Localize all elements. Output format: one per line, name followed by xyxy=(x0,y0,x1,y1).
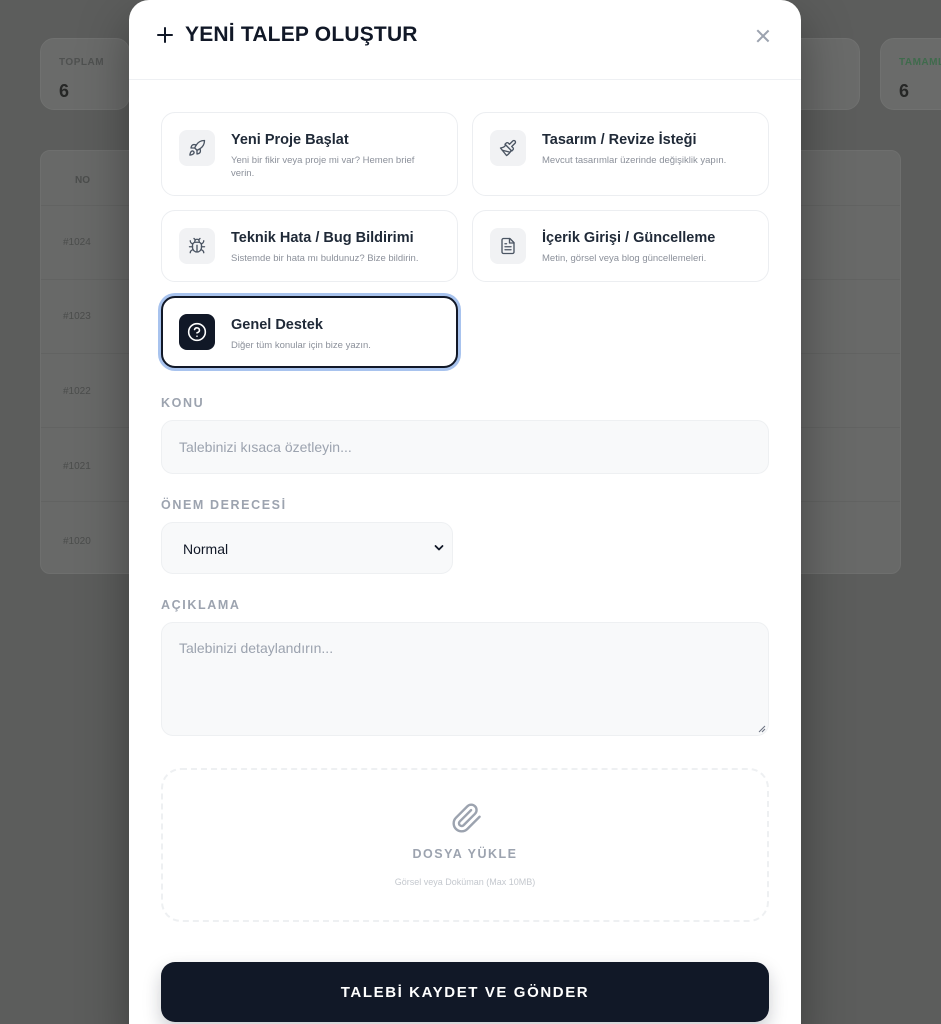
paperclip-icon xyxy=(452,803,481,833)
subject-label: KONU xyxy=(161,396,205,410)
modal-title-group: YENİ TALEP OLUŞTUR xyxy=(155,23,418,47)
request-type-name: Teknik Hata / Bug Bildirimi xyxy=(231,230,414,246)
request-type-description: Diğer tüm konular için bize yazın. xyxy=(231,340,371,351)
bg-stat-card xyxy=(800,38,860,110)
request-type-design-revision[interactable]: Tasarım / Revize İsteği Mevcut tasarımla… xyxy=(472,112,769,196)
file-upload-dropzone[interactable]: DOSYA YÜKLE Görsel veya Doküman (Max 10M… xyxy=(161,768,769,922)
request-type-name: Yeni Proje Başlat xyxy=(231,132,349,148)
modal-title: YENİ TALEP OLUŞTUR xyxy=(185,23,418,46)
bg-stat-value: 6 xyxy=(59,81,70,101)
bug-icon xyxy=(179,228,215,264)
priority-select[interactable]: Normal xyxy=(161,522,453,574)
chevron-down-icon xyxy=(434,545,444,551)
brush-icon xyxy=(490,130,526,166)
resize-handle-icon[interactable] xyxy=(758,725,766,733)
request-type-description: Sistemde bir hata mı buldunuz? Bize bild… xyxy=(231,253,419,264)
bg-table-header: NO xyxy=(75,175,90,186)
upload-title: DOSYA YÜKLE xyxy=(412,847,518,861)
request-type-description: Yeni bir fikir veya proje mi var? Hemen … xyxy=(231,155,415,179)
upload-subtitle: Görsel veya Doküman (Max 10MB) xyxy=(394,877,536,887)
bg-table-cell: #1023 xyxy=(63,311,91,322)
description-label: AÇIKLAMA xyxy=(161,598,241,612)
rocket-icon xyxy=(179,130,215,166)
bg-stat-label: TOPLAM xyxy=(59,57,105,68)
bg-table-cell: #1022 xyxy=(63,386,91,397)
bg-stat-label: TAMAMLANAN xyxy=(899,57,941,68)
new-request-modal: YENİ TALEP OLUŞTUR Yeni Proje Başlat Yen… xyxy=(129,0,801,1024)
description-textarea[interactable] xyxy=(161,622,769,736)
plus-icon xyxy=(155,25,175,45)
request-type-new-project[interactable]: Yeni Proje Başlat Yeni bir fikir veya pr… xyxy=(161,112,458,196)
request-type-bug-report[interactable]: Teknik Hata / Bug Bildirimi Sistemde bir… xyxy=(161,210,458,282)
help-circle-icon xyxy=(179,314,215,350)
request-type-content-update[interactable]: İçerik Girişi / Güncelleme Metin, görsel… xyxy=(472,210,769,282)
close-icon[interactable] xyxy=(753,26,773,46)
bg-stat-card: TOPLAM 6 xyxy=(40,38,130,110)
request-type-general-support[interactable]: Genel Destek Diğer tüm konular için bize… xyxy=(161,296,458,368)
request-type-description: Mevcut tasarımlar üzerinde değişiklik ya… xyxy=(542,155,727,166)
request-type-name: Genel Destek xyxy=(231,317,323,333)
request-type-description: Metin, görsel veya blog güncellemeleri. xyxy=(542,253,707,264)
priority-label: ÖNEM DERECESİ xyxy=(161,498,287,512)
modal-header: YENİ TALEP OLUŞTUR xyxy=(129,0,801,80)
bg-table-cell: #1020 xyxy=(63,536,91,547)
request-type-name: İçerik Girişi / Güncelleme xyxy=(542,230,716,246)
bg-table-cell: #1021 xyxy=(63,461,91,472)
request-type-name: Tasarım / Revize İsteği xyxy=(542,132,697,148)
bg-stat-value: 6 xyxy=(899,81,910,101)
request-type-grid: Yeni Proje Başlat Yeni bir fikir veya pr… xyxy=(161,112,769,368)
priority-selected-value: Normal xyxy=(183,541,229,557)
bg-table-cell: #1024 xyxy=(63,237,91,248)
modal-body: Yeni Proje Başlat Yeni bir fikir veya pr… xyxy=(161,112,769,1022)
subject-input[interactable] xyxy=(161,420,769,474)
document-icon xyxy=(490,228,526,264)
bg-stat-card: TAMAMLANAN 6 xyxy=(880,38,941,110)
description-wrapper xyxy=(161,622,769,736)
submit-button[interactable]: TALEBİ KAYDET VE GÖNDER xyxy=(161,962,769,1022)
